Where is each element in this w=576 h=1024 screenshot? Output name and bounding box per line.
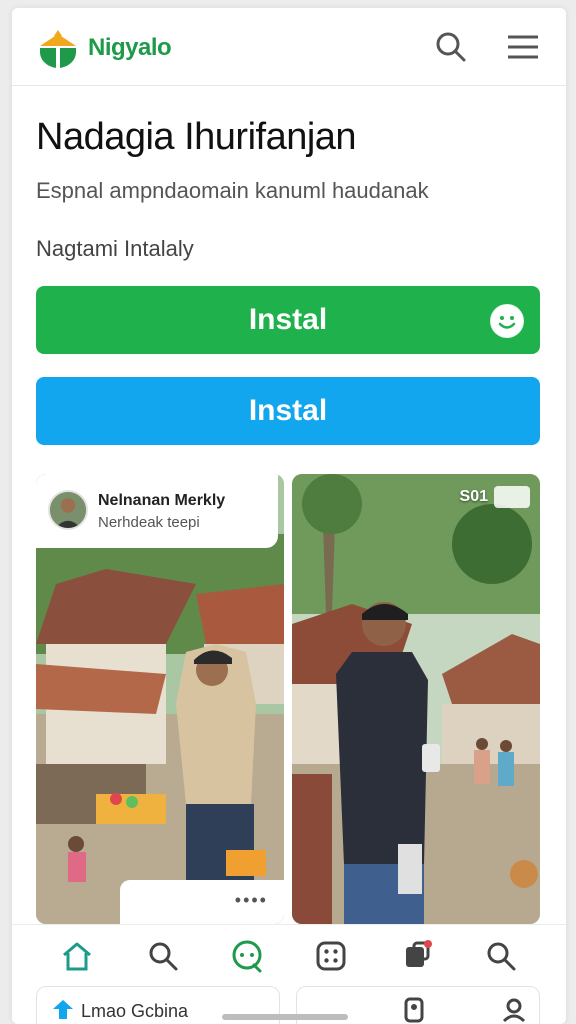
install-primary-button[interactable]: Instal — [36, 286, 540, 354]
search-icon[interactable] — [434, 30, 468, 64]
screenshot-card-2[interactable]: S01 — [292, 474, 540, 924]
home-icon[interactable] — [60, 939, 94, 973]
app-brand-name: Nigyalo — [88, 34, 172, 61]
top-app-bar: Nigyalo — [12, 8, 566, 86]
profile-icon — [502, 998, 526, 1023]
peek-card-label: Lmao Gcbina — [81, 1001, 189, 1021]
seller-profile-box: Nelnanan Merkly Nerhdeak teepi — [36, 474, 278, 548]
app-title: Nadagia Ihurifanjan — [36, 116, 357, 158]
screenshot-card-1[interactable]: Nelnanan Merkly Nerhdeak teepi •••• — [36, 474, 284, 924]
notification-bell-icon[interactable] — [400, 939, 434, 973]
search-icon[interactable] — [146, 939, 180, 973]
video-badge — [494, 486, 530, 508]
seller-name: Nelnanan Merkly — [98, 492, 226, 509]
house-icon — [53, 1000, 73, 1019]
bottom-navigation — [12, 924, 566, 986]
install-primary-label: Instal — [248, 303, 328, 336]
smiley-icon — [490, 304, 524, 338]
seller-subtitle: Nerhdeak teepi — [98, 514, 200, 531]
sun-shield-logo-icon — [40, 30, 76, 68]
install-secondary-button[interactable]: Instal — [36, 377, 540, 445]
grid-apps-icon[interactable] — [314, 939, 348, 973]
device-icon — [404, 997, 424, 1023]
search-icon[interactable] — [484, 939, 518, 973]
hamburger-menu-icon[interactable] — [506, 30, 540, 64]
seller-avatar — [48, 490, 88, 530]
chat-bubble-icon[interactable] — [230, 939, 264, 973]
card-more-box[interactable]: •••• — [120, 880, 284, 924]
man-with-phone-photo — [292, 474, 540, 924]
app-meta-text: Nagtami Intalaly — [36, 236, 194, 261]
app-subtitle: Espnal ampndaomain kanuml haudanak — [36, 178, 429, 203]
overlay-counter: S01 — [459, 488, 488, 505]
more-dots: •••• — [234, 890, 268, 910]
home-indicator[interactable] — [222, 1014, 348, 1020]
phone-screen: Nigyalo Nadagia Ihurifanjan Espnal ampnd… — [12, 8, 566, 1024]
install-secondary-label: Instal — [248, 394, 328, 427]
